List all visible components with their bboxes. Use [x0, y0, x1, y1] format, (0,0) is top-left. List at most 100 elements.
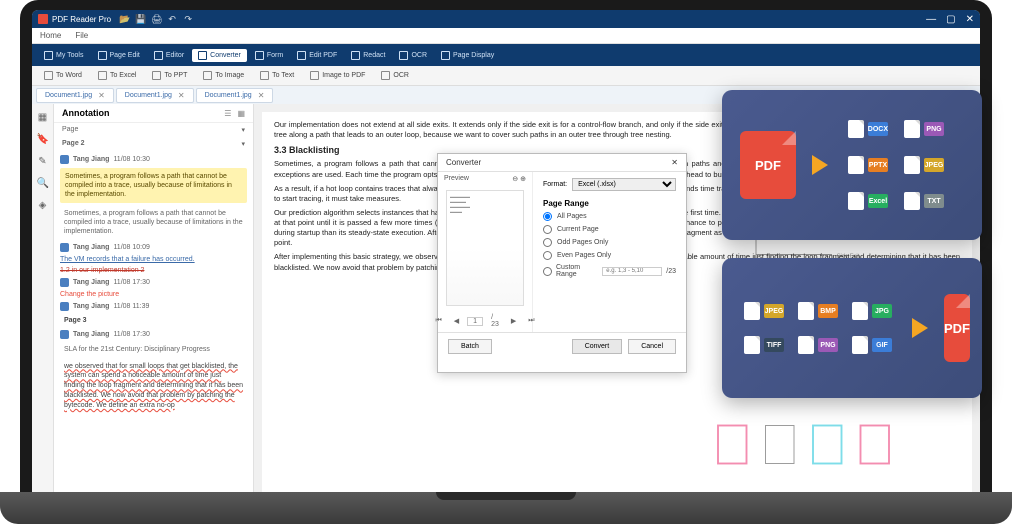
format-badge-txt: TXT	[900, 187, 948, 215]
left-toolbar: ▦ 🔖 ✎ 🔍 ◈	[32, 104, 54, 500]
minimize-icon[interactable]: —	[926, 14, 936, 25]
menu-home[interactable]: Home	[40, 31, 61, 40]
annotation-title: Annotation	[62, 108, 110, 118]
prev-page-icon[interactable]: ◀	[450, 316, 463, 326]
custom-range-input[interactable]	[602, 267, 662, 276]
radio-even-pages[interactable]: Even Pages Only	[543, 251, 676, 260]
redo-icon[interactable]: ↷	[183, 14, 193, 24]
converter-dialog: Converter ✕ Preview ⊖ ⊕ ▬▬▬▬▬▬▬▬▬▬▬▬▬▬▬▬…	[437, 153, 687, 373]
radio-current-page[interactable]: Current Page	[543, 225, 676, 234]
subribbon-to-image[interactable]: To Image	[197, 69, 250, 82]
search-icon[interactable]: 🔍	[37, 178, 49, 190]
annotation-meta: Tang Jiang11/08 10:30	[60, 155, 247, 164]
annotation-item[interactable]: we observed that for small loops that ge…	[60, 360, 247, 413]
annotation-panel: Annotation ☰ ▦ Page ▾ Page 2▾ Tang Jiang…	[54, 104, 254, 500]
format-badge-gif: GIF	[848, 331, 896, 359]
ribbon-redact[interactable]: Redact	[345, 49, 391, 62]
ribbon-page-display[interactable]: Page Display	[435, 49, 500, 62]
ribbon-edit-pdf[interactable]: Edit PDF	[291, 49, 343, 62]
ribbon-form[interactable]: Form	[249, 49, 289, 62]
dialog-close-icon[interactable]: ✕	[671, 158, 678, 167]
format-badge-png: PNG	[900, 115, 948, 143]
tab-close-icon[interactable]: ✕	[98, 91, 105, 100]
zoom-out-icon[interactable]: ⊖	[512, 176, 518, 183]
annotation-item[interactable]: The VM records that a failure has occurr…	[60, 256, 247, 263]
ribbon-page-edit[interactable]: Page Edit	[92, 49, 146, 62]
format-badge-docx: DOCX	[844, 115, 892, 143]
undo-icon[interactable]: ↶	[167, 14, 177, 24]
grid-view-icon[interactable]: ▦	[237, 109, 245, 118]
format-label: Format:	[543, 181, 567, 188]
sort-icon[interactable]: ▾	[241, 126, 245, 134]
ribbon-ocr[interactable]: OCR	[393, 49, 433, 62]
document-tab[interactable]: Document1.jpg✕	[116, 88, 194, 103]
annotation-meta: Tang Jiang11/08 10:09	[60, 243, 247, 252]
batch-button[interactable]: Batch	[448, 339, 492, 354]
annotation-meta: Tang Jiang11/08 17:30	[60, 278, 247, 287]
tab-close-icon[interactable]: ✕	[258, 91, 265, 100]
preview-thumbnail: ▬▬▬▬▬▬▬▬▬▬▬▬▬▬▬▬▬	[446, 190, 524, 306]
tab-close-icon[interactable]: ✕	[178, 91, 185, 100]
pdf-badge: PDF	[944, 294, 970, 362]
annotation-item[interactable]: Page 3	[60, 315, 247, 326]
quick-access-toolbar: 📂 💾 🖨 ↶ ↷	[119, 14, 193, 24]
formats-to-pdf-card: JPEGBMPJPGTIFFPNGGIF PDF	[722, 258, 982, 398]
preview-label: Preview	[444, 175, 469, 183]
dialog-title: Converter	[446, 158, 481, 167]
page-input[interactable]: 1	[467, 317, 483, 326]
radio-custom-range[interactable]: Custom Range /23	[543, 264, 676, 278]
annotations-icon[interactable]: ✎	[37, 156, 49, 168]
document-tab[interactable]: Document1.jpg✕	[36, 88, 114, 103]
cancel-button[interactable]: Cancel	[628, 339, 676, 354]
close-icon[interactable]: ✕	[966, 14, 974, 25]
annotation-item[interactable]: 1.2 in our implementation 2	[60, 267, 247, 274]
ribbon: My ToolsPage EditEditorConverterFormEdit…	[32, 44, 980, 66]
range-total: /23	[666, 268, 676, 275]
page-range-label: Page Range	[543, 199, 676, 208]
ribbon-converter[interactable]: Converter	[192, 49, 247, 62]
convert-button[interactable]: Convert	[572, 339, 623, 354]
pdf-badge: PDF	[740, 131, 796, 199]
document-tab[interactable]: Document1.jpg✕	[196, 88, 274, 103]
annotation-meta: Tang Jiang11/08 17:30	[60, 330, 247, 339]
menubar: Home File	[32, 28, 980, 44]
format-select[interactable]: Excel (.xlsx)	[572, 178, 676, 191]
zoom-in-icon[interactable]: ⊕	[520, 176, 526, 183]
print-icon[interactable]: 🖨	[151, 14, 161, 24]
filter-dropdown[interactable]: Page	[62, 126, 78, 134]
format-badge-tiff: TIFF	[740, 331, 788, 359]
first-page-icon[interactable]: ⏮	[431, 316, 445, 326]
menu-file[interactable]: File	[75, 31, 88, 40]
arrow-right-icon	[812, 155, 828, 175]
format-badge-bmp: BMP	[794, 297, 842, 325]
thumbnails-icon[interactable]: ▦	[37, 112, 49, 124]
page-label: Page 2	[62, 140, 85, 148]
titlebar: PDF Reader Pro 📂 💾 🖨 ↶ ↷ — ▢ ✕	[32, 10, 980, 28]
maximize-icon[interactable]: ▢	[946, 14, 955, 25]
app-logo-icon	[38, 14, 48, 24]
layers-icon[interactable]: ◈	[37, 200, 49, 212]
subribbon-image-to-pdf[interactable]: Image to PDF	[304, 69, 371, 82]
ribbon-my-tools[interactable]: My Tools	[38, 49, 90, 62]
next-page-icon[interactable]: ▶	[507, 316, 520, 326]
ribbon-editor[interactable]: Editor	[148, 49, 190, 62]
format-badge-jpeg: JPEG	[740, 297, 788, 325]
open-icon[interactable]: 📂	[119, 14, 129, 24]
annotation-item[interactable]: Sometimes, a program follows a path that…	[60, 168, 247, 203]
subribbon-to-excel[interactable]: To Excel	[92, 69, 142, 82]
sub-ribbon: To Word To Excel To PPT To Image To Text Imag…	[32, 66, 980, 86]
page-total: / 23	[487, 313, 503, 329]
annotation-item[interactable]: Sometimes, a program follows a path that…	[60, 207, 247, 238]
save-icon[interactable]: 💾	[135, 14, 145, 24]
annotation-item[interactable]: Change the picture	[60, 291, 247, 298]
radio-odd-pages[interactable]: Odd Pages Only	[543, 238, 676, 247]
bookmarks-icon[interactable]: 🔖	[37, 134, 49, 146]
radio-all-pages[interactable]: All Pages	[543, 212, 676, 221]
subribbon-to-word[interactable]: To Word	[38, 69, 88, 82]
list-view-icon[interactable]: ☰	[224, 109, 231, 118]
annotation-item[interactable]: SLA for the 21st Century: Disciplinary P…	[60, 343, 247, 356]
subribbon-to-ppt[interactable]: To PPT	[146, 69, 193, 82]
subribbon-ocr[interactable]: OCR	[375, 69, 415, 82]
format-badge-png: PNG	[794, 331, 842, 359]
subribbon-to-text[interactable]: To Text	[254, 69, 300, 82]
